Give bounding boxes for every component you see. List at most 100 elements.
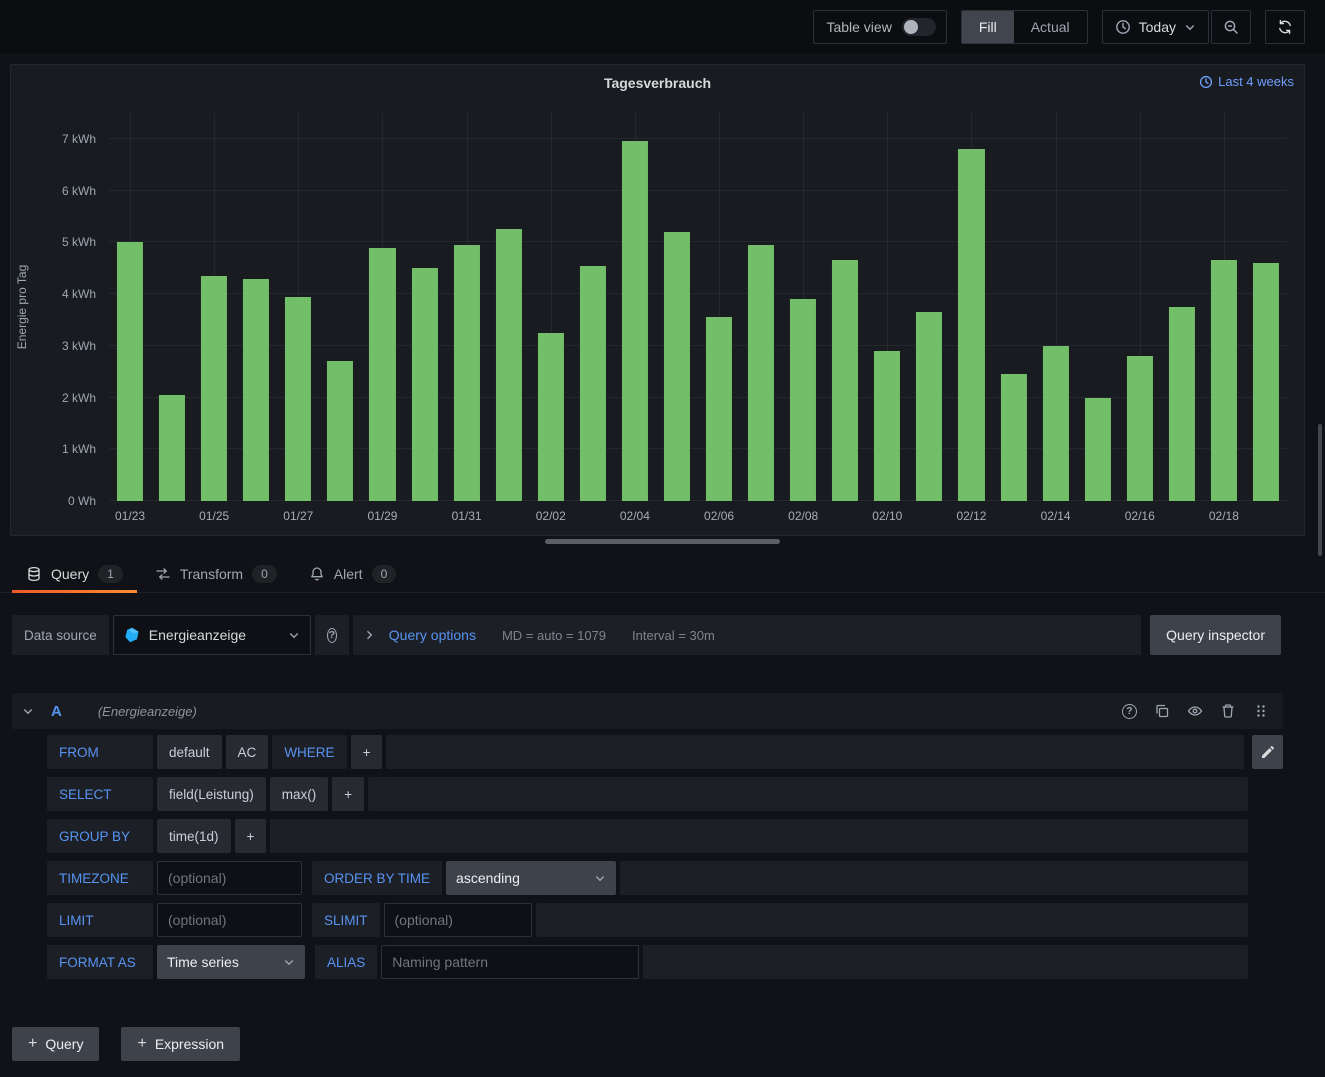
query-options-strip[interactable]: Query options MD = auto = 1079 Interval …	[353, 615, 1141, 655]
max-data-points-text: MD = auto = 1079	[502, 628, 606, 643]
y-tick-label: 5 kWh	[62, 235, 96, 249]
tab-query[interactable]: Query 1	[10, 556, 139, 592]
limit-row: LIMIT SLIMIT	[47, 903, 1283, 937]
row-filler	[620, 861, 1248, 895]
from-row: FROM default AC WHERE +	[47, 735, 1283, 769]
tab-transform[interactable]: Transform 0	[139, 556, 293, 592]
x-axis: 01/2301/2501/2701/2901/3102/0202/0402/06…	[109, 501, 1287, 527]
query-options-row: Data source Energieanzeige ? Query optio…	[12, 615, 1281, 655]
y-tick-label: 4 kWh	[62, 287, 96, 301]
select-add-button[interactable]: +	[332, 777, 364, 811]
angle-down-icon	[22, 705, 34, 717]
page-scrollbar[interactable]	[1318, 424, 1322, 556]
add-query-button[interactable]: + Query	[12, 1027, 99, 1061]
zoom-out-button[interactable]	[1211, 10, 1251, 44]
data-source-help-button[interactable]: ?	[315, 615, 349, 655]
bar-02/01	[496, 229, 522, 501]
tab-alert[interactable]: Alert 0	[293, 556, 412, 592]
panel-header: Tagesverbrauch Last 4 weeks	[11, 65, 1304, 99]
panel-time-badge-label: Last 4 weeks	[1218, 74, 1294, 89]
row-filler	[270, 819, 1248, 853]
select-aggregation-segment[interactable]: max()	[270, 777, 329, 811]
bar-02/06	[706, 317, 732, 501]
time-range-picker[interactable]: Today	[1102, 10, 1209, 44]
chevron-down-icon	[594, 872, 606, 884]
tab-transform-label: Transform	[180, 566, 243, 582]
order-by-select[interactable]: ascending	[446, 861, 616, 895]
query-ref-id: A	[51, 703, 62, 720]
gridline-horizontal	[109, 190, 1287, 191]
bar-01/30	[411, 268, 437, 501]
table-view-label: Table view	[826, 19, 891, 35]
slimit-input[interactable]	[384, 903, 532, 937]
add-expression-button[interactable]: + Expression	[121, 1027, 240, 1061]
bell-icon	[309, 566, 325, 582]
panel-scrollbar[interactable]	[545, 539, 780, 544]
tab-alert-count: 0	[372, 565, 397, 583]
fill-button[interactable]: Fill	[962, 11, 1014, 43]
fill-actual-segmented: Fill Actual	[961, 10, 1088, 44]
plot-area	[109, 113, 1287, 501]
gridline-horizontal	[109, 241, 1287, 242]
bar-02/19	[1253, 263, 1279, 501]
x-tick-label: 02/18	[1209, 509, 1239, 523]
x-tick-label: 02/06	[704, 509, 734, 523]
row-filler	[536, 903, 1248, 937]
query-help-button[interactable]: ?	[1122, 704, 1137, 719]
y-tick-label: 0 Wh	[68, 494, 96, 508]
format-as-label: FORMAT AS	[47, 945, 153, 979]
query-row-header[interactable]: A (Energieanzeige) ?	[12, 693, 1283, 729]
group-by-label: GROUP BY	[47, 819, 153, 853]
x-tick-label: 02/12	[956, 509, 986, 523]
timezone-input[interactable]	[157, 861, 302, 895]
chevron-down-icon	[288, 629, 300, 641]
drag-handle-icon[interactable]	[1253, 703, 1269, 719]
bar-02/14	[1043, 346, 1069, 501]
y-tick-label: 3 kWh	[62, 339, 96, 353]
plus-icon: +	[137, 1036, 146, 1052]
retention-policy-segment[interactable]: default	[157, 735, 222, 769]
bar-02/17	[1169, 307, 1195, 501]
where-label[interactable]: WHERE	[272, 735, 346, 769]
search-minus-icon	[1223, 19, 1239, 35]
active-tab-underline	[12, 590, 137, 593]
refresh-button[interactable]	[1265, 10, 1305, 44]
edit-raw-query-button[interactable]	[1252, 735, 1283, 769]
limit-input[interactable]	[157, 903, 302, 937]
refresh-icon	[1277, 19, 1293, 35]
row-filler	[643, 945, 1248, 979]
where-add-button[interactable]: +	[351, 735, 383, 769]
row-filler	[368, 777, 1248, 811]
table-view-toggle[interactable]	[902, 18, 936, 36]
group-by-time-segment[interactable]: time(1d)	[157, 819, 231, 853]
bar-02/08	[790, 299, 816, 501]
bar-01/29	[369, 248, 395, 501]
x-tick-label: 02/04	[620, 509, 650, 523]
interval-text: Interval = 30m	[632, 628, 715, 643]
query-options-link[interactable]: Query options	[389, 627, 476, 643]
x-tick-label: 02/02	[536, 509, 566, 523]
bar-02/07	[748, 245, 774, 501]
x-tick-label: 01/29	[367, 509, 397, 523]
pencil-icon	[1260, 744, 1276, 760]
bar-01/31	[454, 245, 480, 501]
format-as-select[interactable]: Time series	[157, 945, 305, 979]
actual-button[interactable]: Actual	[1014, 11, 1087, 43]
table-view-group: Table view	[813, 10, 946, 44]
angle-right-icon	[363, 629, 375, 641]
select-field-segment[interactable]: field(Leistung)	[157, 777, 266, 811]
duplicate-query-button[interactable]	[1154, 703, 1170, 719]
query-options-left: Data source Energieanzeige ? Query optio…	[12, 615, 1141, 655]
group-by-add-button[interactable]: +	[235, 819, 267, 853]
data-source-picker[interactable]: Energieanzeige	[113, 615, 311, 655]
query-inspector-button[interactable]: Query inspector	[1150, 615, 1281, 655]
delete-query-button[interactable]	[1220, 703, 1236, 719]
bar-02/04	[622, 141, 648, 501]
influxdb-logo-icon	[124, 627, 140, 643]
clock-icon	[1115, 19, 1131, 35]
hide-query-button[interactable]	[1187, 703, 1203, 719]
alias-input[interactable]	[381, 945, 639, 979]
x-tick-label: 01/31	[452, 509, 482, 523]
measurement-segment[interactable]: AC	[226, 735, 269, 769]
chevron-down-icon	[1184, 21, 1196, 33]
